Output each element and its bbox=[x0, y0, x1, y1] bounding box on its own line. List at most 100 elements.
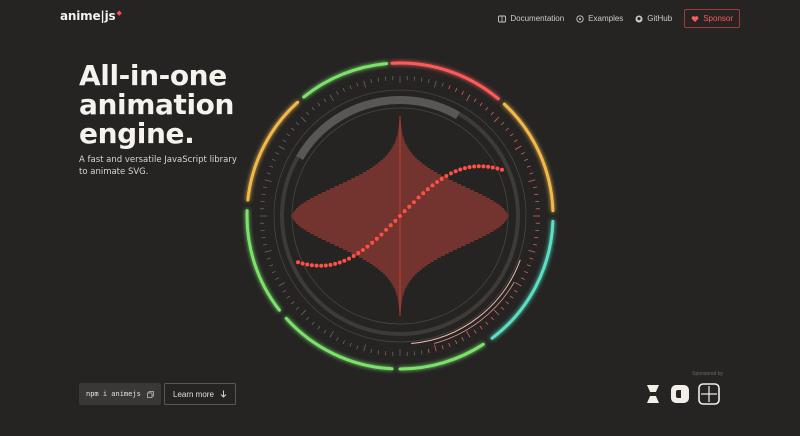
sponsor-label: Sponsor bbox=[703, 14, 733, 23]
tick-mark bbox=[493, 309, 500, 316]
learn-more-button[interactable]: Learn more bbox=[164, 383, 236, 405]
tick-mark bbox=[427, 78, 430, 84]
curve-dot bbox=[453, 169, 458, 174]
tick-mark bbox=[513, 289, 518, 293]
curve-dot bbox=[416, 195, 421, 200]
tick-mark bbox=[500, 122, 505, 126]
tick-mark bbox=[286, 133, 291, 137]
tick-mark bbox=[505, 127, 510, 131]
tick-mark bbox=[282, 289, 287, 293]
tick-mark bbox=[300, 309, 307, 316]
nav-github[interactable]: GitHub bbox=[635, 14, 672, 23]
tick-mark bbox=[342, 340, 346, 345]
curve-dot bbox=[398, 214, 402, 218]
learn-more-label: Learn more bbox=[173, 389, 214, 399]
curve-dot bbox=[467, 165, 472, 170]
tick-mark bbox=[370, 348, 373, 354]
curve-dot bbox=[439, 176, 444, 181]
curve-dot bbox=[462, 166, 467, 171]
curve-dot bbox=[500, 167, 504, 172]
tick-mark bbox=[434, 80, 437, 88]
tick-mark bbox=[479, 102, 483, 107]
tick-mark bbox=[266, 257, 271, 260]
nav-documentation[interactable]: Documentation bbox=[498, 14, 564, 23]
curve-dot bbox=[360, 247, 365, 252]
tick-mark bbox=[269, 264, 274, 267]
tick-mark bbox=[269, 165, 274, 168]
tick-mark bbox=[420, 77, 423, 82]
curve-dot bbox=[449, 171, 453, 176]
tick-mark bbox=[370, 78, 373, 84]
curve-dot bbox=[388, 223, 393, 228]
tick-mark bbox=[473, 98, 477, 103]
tick-mark bbox=[266, 172, 271, 175]
tick-mark bbox=[356, 82, 359, 87]
github-icon bbox=[635, 15, 643, 22]
animejs-logo[interactable]: anime|js◆ bbox=[60, 9, 122, 23]
tick-mark bbox=[514, 145, 522, 150]
pink-arc bbox=[434, 281, 515, 344]
curve-dot bbox=[430, 183, 435, 188]
curve-dot bbox=[319, 263, 324, 268]
tick-mark bbox=[264, 179, 272, 182]
curve-dot bbox=[393, 218, 398, 223]
tick-mark bbox=[461, 336, 464, 341]
tick-mark bbox=[509, 133, 514, 137]
tick-mark bbox=[329, 94, 334, 102]
curve-dot bbox=[365, 244, 370, 249]
tick-mark bbox=[526, 165, 531, 168]
tick-mark bbox=[524, 158, 529, 162]
tick-mark bbox=[461, 91, 464, 96]
curve-dot bbox=[421, 191, 426, 196]
tick-mark bbox=[300, 116, 307, 123]
curve-dot bbox=[435, 180, 440, 185]
curve-dot bbox=[342, 258, 347, 263]
tick-mark bbox=[275, 277, 280, 280]
examples-icon bbox=[576, 14, 584, 23]
heart-icon bbox=[691, 15, 699, 22]
sponsor-logo[interactable] bbox=[645, 382, 723, 406]
nav-examples[interactable]: Examples bbox=[576, 14, 623, 23]
tick-mark bbox=[505, 301, 510, 305]
tick-mark bbox=[520, 152, 525, 155]
tick-mark bbox=[262, 243, 268, 246]
tick-mark bbox=[490, 111, 494, 116]
tick-mark bbox=[377, 77, 380, 82]
sponsor-button[interactable]: Sponsor bbox=[684, 9, 740, 28]
install-command[interactable]: npm i animejs bbox=[79, 383, 161, 405]
tick-mark bbox=[262, 186, 268, 189]
tick-mark bbox=[441, 345, 444, 350]
tick-mark bbox=[513, 139, 518, 143]
tick-mark bbox=[534, 236, 539, 239]
curve-dot bbox=[309, 263, 314, 268]
curve-dot bbox=[351, 254, 356, 259]
tick-mark bbox=[282, 139, 287, 143]
tick-mark bbox=[377, 350, 380, 355]
curve-dot bbox=[472, 164, 477, 169]
curve-dot bbox=[407, 204, 412, 209]
curve-dot bbox=[444, 173, 449, 178]
curve-dot bbox=[481, 164, 486, 169]
tick-mark bbox=[278, 145, 286, 150]
tick-mark bbox=[342, 87, 346, 92]
tick-mark bbox=[466, 330, 471, 338]
tick-mark bbox=[532, 186, 538, 189]
grey-arc bbox=[296, 96, 460, 161]
tick-mark bbox=[524, 270, 529, 274]
tick-mark bbox=[306, 316, 310, 321]
tick-mark bbox=[479, 325, 483, 330]
curve-dot bbox=[476, 164, 481, 169]
tick-mark bbox=[363, 344, 366, 352]
copy-icon[interactable] bbox=[146, 390, 154, 398]
curve-dot bbox=[379, 232, 384, 237]
tick-mark bbox=[286, 295, 291, 299]
tick-mark bbox=[434, 344, 437, 352]
tick-mark bbox=[363, 80, 366, 88]
tick-mark bbox=[454, 87, 458, 92]
arrow-down-icon bbox=[220, 390, 227, 398]
tick-mark bbox=[532, 243, 538, 246]
nav-examples-label: Examples bbox=[588, 14, 624, 23]
tick-mark bbox=[420, 350, 423, 355]
curve-dot bbox=[314, 263, 319, 268]
sponsored-by-label: Sponsored by bbox=[692, 371, 723, 377]
